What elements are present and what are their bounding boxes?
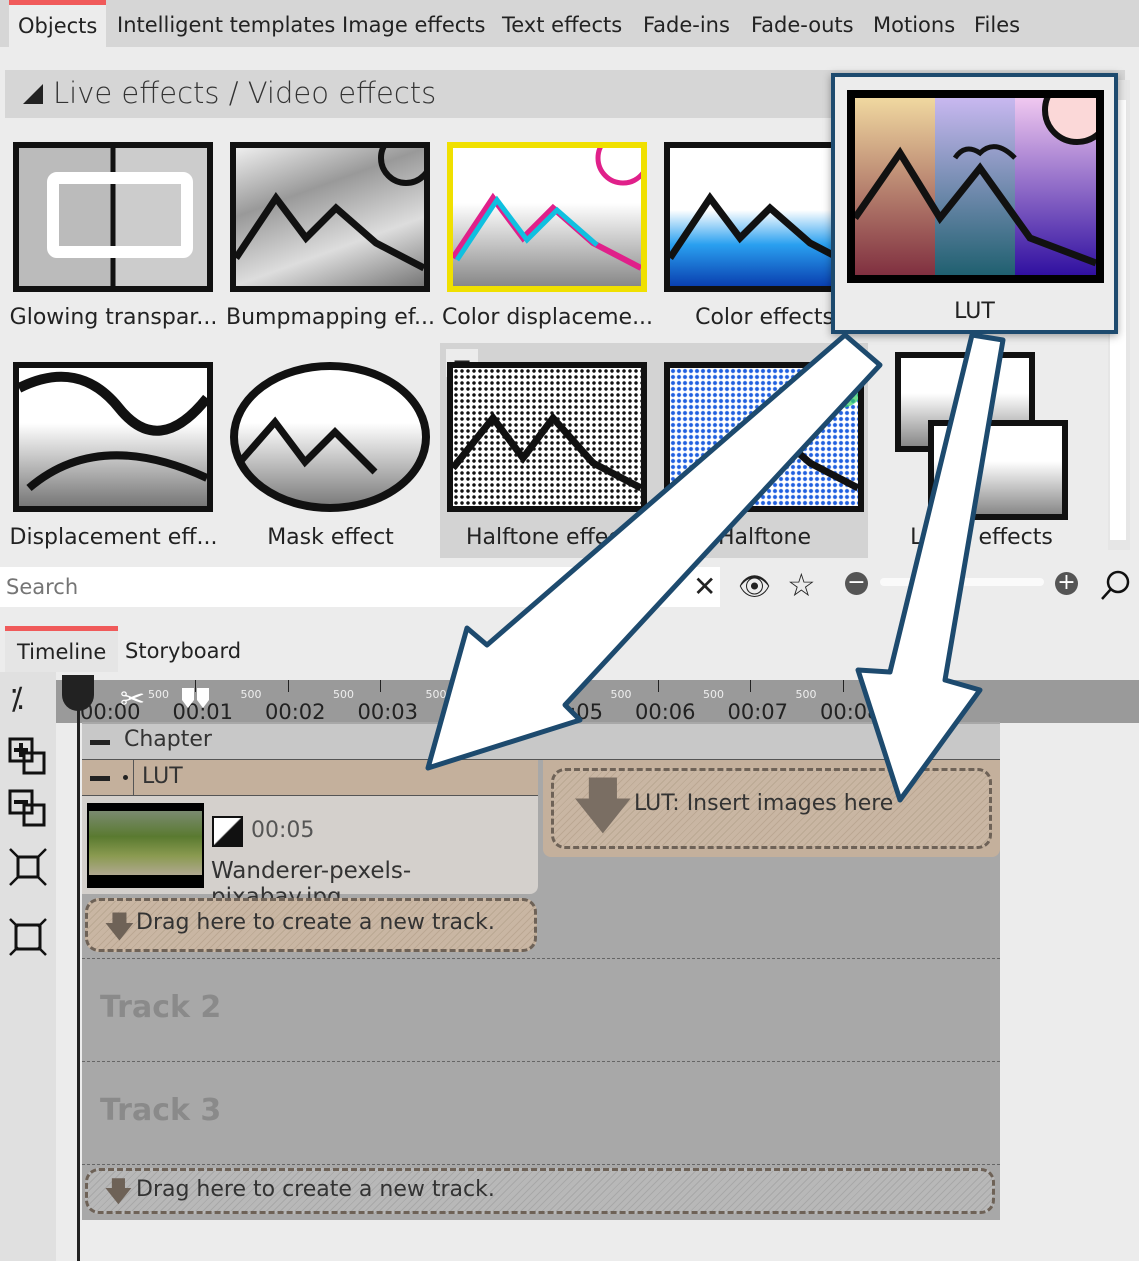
- drop-new-track-zone-bottom[interactable]: 🡇 Drag here to create a new track.: [85, 1168, 995, 1214]
- tab-fade-ins[interactable]: Fade-ins: [634, 0, 739, 47]
- zoom-fit-icon[interactable]: [1100, 570, 1130, 602]
- ruler-tick-label: 00:03: [357, 700, 419, 724]
- effect-color-displacement[interactable]: Color displaceme...: [439, 142, 656, 357]
- tab-text-effects[interactable]: Text effects: [493, 0, 631, 47]
- effect-halftone-effect[interactable]: Halftone effect: [439, 362, 656, 577]
- arrow-down-icon: 🡇: [104, 910, 135, 945]
- ruler-sub-label: 500: [795, 688, 817, 701]
- ruler-tick-label: 00:05: [542, 700, 604, 724]
- transition-ab-icon[interactable]: [212, 816, 243, 847]
- ruler-tick: [565, 680, 566, 692]
- ruler-tick: [380, 680, 381, 692]
- ruler-sub-label: 500: [518, 688, 539, 701]
- playhead-line[interactable]: [77, 700, 80, 1261]
- remove-track-icon[interactable]: [8, 789, 46, 827]
- lut-thumbnail: [847, 75, 1112, 283]
- star-icon[interactable]: ☆: [787, 568, 816, 602]
- tab-objects[interactable]: Objects: [9, 0, 107, 47]
- top-tab-bar: Objects Intelligent templates Image effe…: [0, 0, 1139, 47]
- marker-icon[interactable]: [182, 688, 210, 708]
- tab-timeline[interactable]: Timeline: [5, 626, 119, 672]
- clear-search-icon[interactable]: ✕: [693, 572, 716, 602]
- image-clip[interactable]: 00:05 Wanderer-pexels-pixabay.jpg: [82, 796, 538, 910]
- ruler-sub-label: 500: [240, 688, 262, 701]
- effect-layer-effects[interactable]: Layer effects: [873, 350, 1090, 565]
- lut-insert-zone[interactable]: 🡇 LUT: Insert images here: [543, 760, 1000, 857]
- chapter-row[interactable]: Chapter: [82, 724, 1000, 760]
- collapse-icon[interactable]: [90, 740, 110, 745]
- add-track-icon[interactable]: [8, 737, 46, 775]
- ruler-tick-label: 00:06: [635, 700, 696, 724]
- ruler-tick-label: 00:07: [727, 700, 789, 724]
- collapse-tracks-icon[interactable]: [8, 847, 48, 887]
- ruler-tick-label: 00:02: [265, 700, 326, 724]
- ruler-tick-label: 00:04: [450, 700, 511, 724]
- ruler-tick-label: 00:08: [820, 700, 881, 724]
- ruler-tick: [750, 680, 751, 692]
- collapse-icon[interactable]: [90, 776, 110, 781]
- ruler-sub-label: 500: [333, 688, 354, 701]
- section-title: Live effects / Video effects: [53, 76, 437, 110]
- arrow-down-icon: 🡇: [104, 1175, 133, 1208]
- track-3[interactable]: Track 3: [82, 1061, 1000, 1164]
- expand-tracks-icon[interactable]: [8, 917, 48, 957]
- ruler-tick: [472, 680, 474, 692]
- search-bar: [0, 567, 720, 607]
- split-tool-icon[interactable]: ⁒: [10, 682, 24, 717]
- eye-icon[interactable]: 👁: [738, 574, 771, 600]
- tab-image-effects[interactable]: Image effects: [333, 0, 494, 47]
- arrow-down-icon: 🡇: [572, 771, 634, 841]
- lut-label: LUT: [954, 299, 995, 324]
- ruler-tick: [935, 680, 936, 692]
- tab-intelligent-templates[interactable]: Intelligent templates: [108, 0, 344, 47]
- collapse-triangle-icon[interactable]: [23, 84, 43, 104]
- scissors-icon[interactable]: ✂: [120, 682, 145, 717]
- lut-group-row[interactable]: LUT: [82, 760, 538, 796]
- zoom-out-icon[interactable]: −: [845, 572, 868, 595]
- lut-effect-callout[interactable]: LUT: [831, 73, 1118, 334]
- ruler-sub-label: 500: [703, 688, 724, 701]
- tab-motions[interactable]: Motions: [864, 0, 964, 47]
- drop-new-track-zone[interactable]: 🡇 Drag here to create a new track.: [85, 898, 537, 952]
- ruler-sub-label: 500: [610, 688, 632, 701]
- tab-files[interactable]: Files: [965, 0, 1029, 47]
- effect-bumpmapping[interactable]: Bumpmapping ef...: [222, 142, 439, 357]
- clip-thumbnail: [87, 803, 204, 888]
- track-2[interactable]: Track 2: [82, 958, 1000, 1061]
- effect-displacement[interactable]: Displacement eff...: [5, 362, 222, 577]
- ruler-tick: [657, 680, 659, 692]
- zoom-slider[interactable]: [880, 578, 1044, 586]
- effect-glowing-transparency[interactable]: Glowing transpar...: [5, 142, 222, 357]
- ruler-tick: [287, 680, 289, 692]
- search-input[interactable]: [0, 567, 680, 607]
- timeline-toolbar: ⁒: [0, 672, 56, 1261]
- timeline-ruler[interactable]: 00:00 500 00:01 500 00:02 500 00:03 500 00:04 500…: [56, 680, 1139, 724]
- ruler-sub-label: 500: [148, 688, 169, 701]
- tab-fade-outs[interactable]: Fade-outs: [742, 0, 863, 47]
- ruler-sub-label: 500: [888, 688, 909, 701]
- tab-storyboard[interactable]: Storyboard: [113, 626, 253, 672]
- zoom-in-icon[interactable]: +: [1055, 572, 1078, 595]
- effect-mask[interactable]: Mask effect: [222, 362, 439, 577]
- effect-halftone[interactable]: Halftone: [656, 362, 873, 577]
- ruler-tick: [842, 680, 844, 692]
- ruler-sub-label: 500: [425, 688, 447, 701]
